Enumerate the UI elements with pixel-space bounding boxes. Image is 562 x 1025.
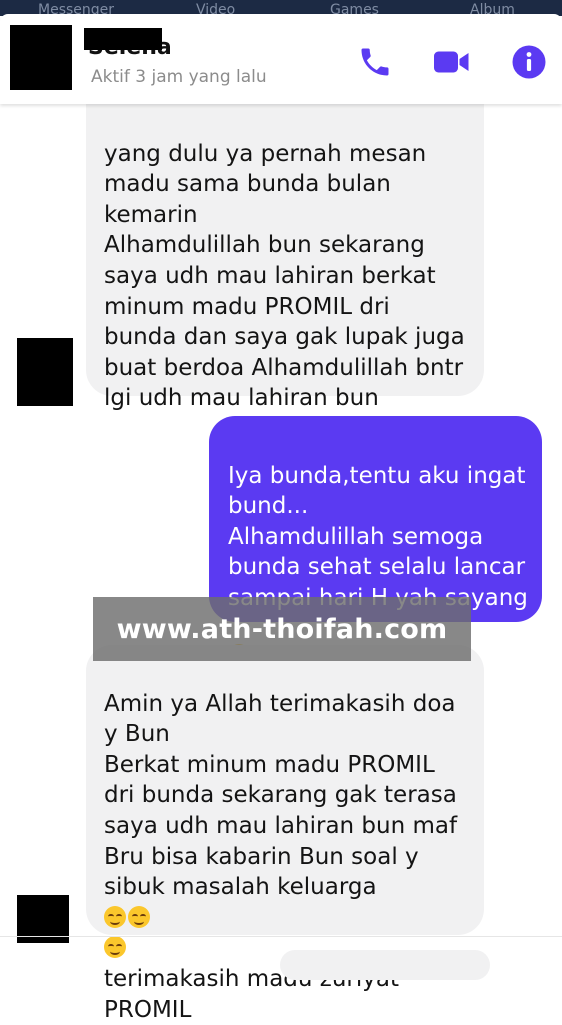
message-text: yang dulu ya pernah mesan madu sama bund… [104, 140, 465, 412]
sender-avatar[interactable] [17, 338, 73, 406]
divider [0, 936, 562, 937]
blushing-smile-emoji [104, 905, 126, 928]
message-text: Iya bunda,tentu aku ingat bund... Alhamd… [228, 462, 528, 611]
next-message-partial[interactable] [280, 950, 490, 980]
name-redaction [84, 28, 162, 50]
watermark-banner: www.ath-thoifah.com [93, 597, 471, 661]
blushing-smile-emoji [128, 905, 150, 928]
phone-icon[interactable] [357, 44, 393, 80]
contact-avatar[interactable] [10, 25, 72, 90]
incoming-message[interactable]: Amin ya Allah terimakasih doa y Bun Berk… [86, 645, 484, 1023]
outgoing-message[interactable]: Iya bunda,tentu aku ingat bund... Alhamd… [209, 416, 542, 667]
message-text-last-line: PROMIL [104, 996, 192, 1023]
active-status: Aktif 3 jam yang lalu [91, 67, 267, 87]
blushing-smile-emoji [104, 936, 126, 959]
chat-header: Selena Aktif 3 jam yang lalu [0, 14, 562, 104]
video-camera-icon[interactable] [432, 44, 472, 80]
watermark-text: www.ath-thoifah.com [116, 613, 448, 645]
incoming-message[interactable]: yang dulu ya pernah mesan madu sama bund… [86, 60, 484, 411]
message-text: Amin ya Allah terimakasih doa y Bun Berk… [104, 690, 458, 901]
info-icon[interactable] [511, 44, 547, 80]
